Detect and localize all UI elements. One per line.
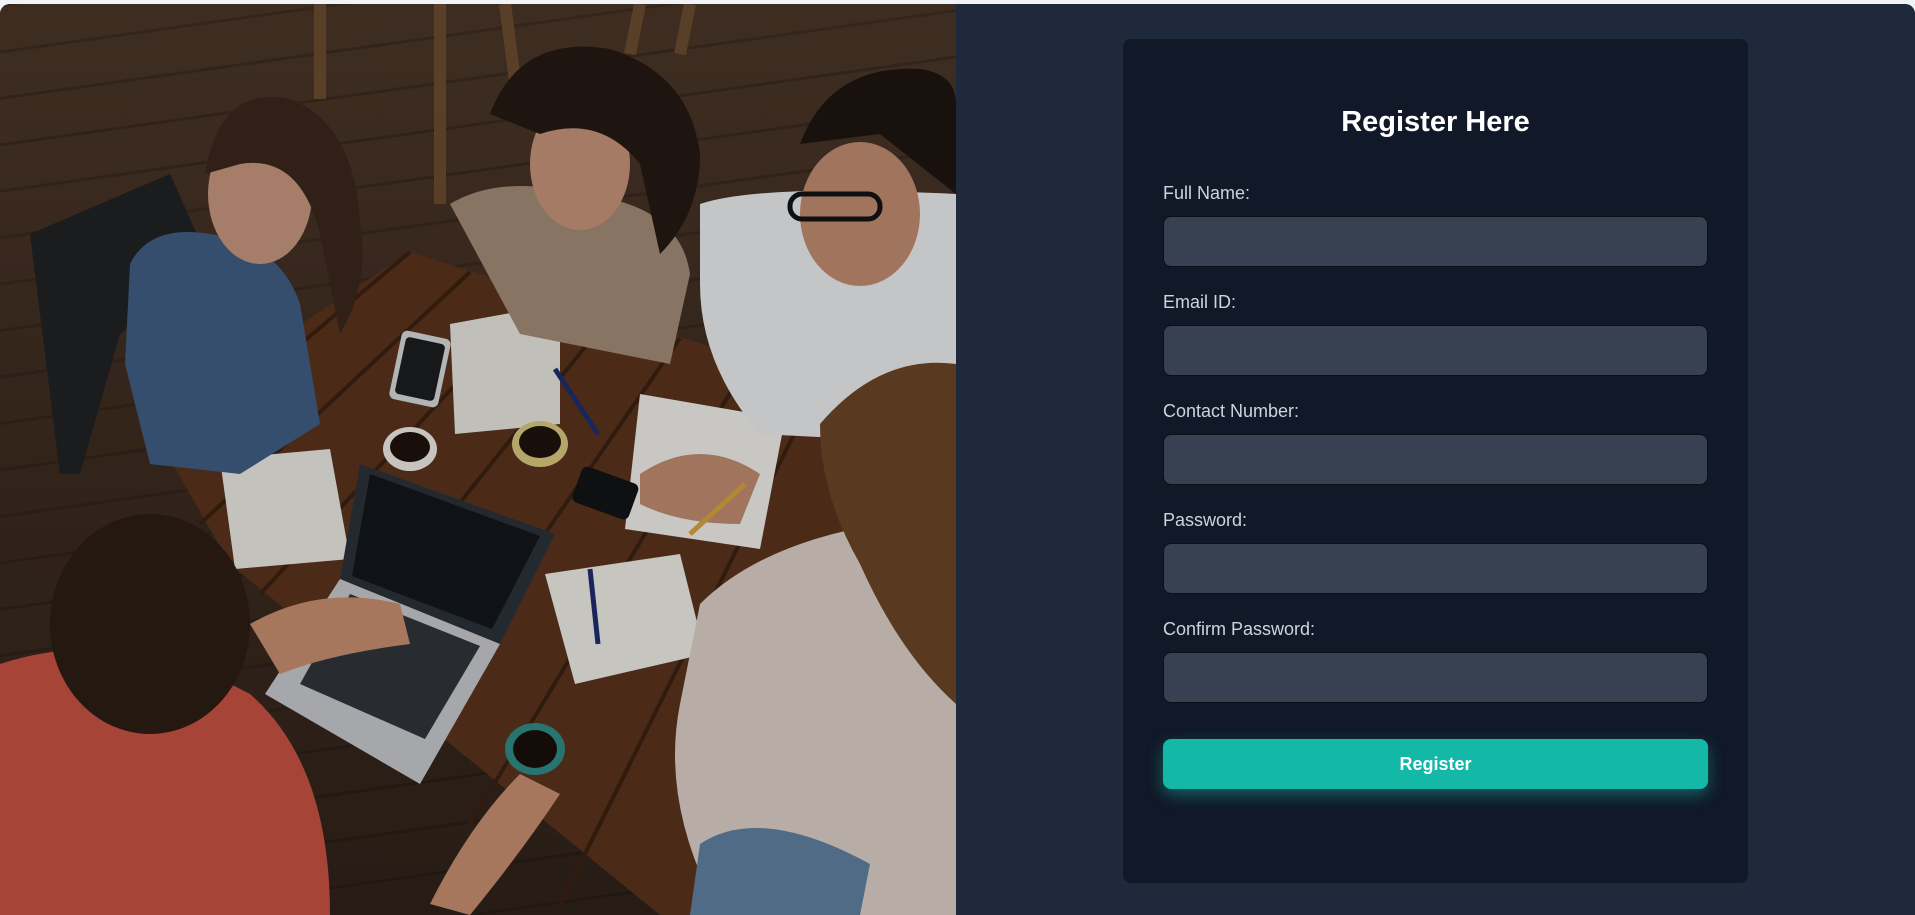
password-input[interactable] — [1163, 543, 1708, 594]
confirm-password-input[interactable] — [1163, 652, 1708, 703]
contact-number-field: Contact Number: — [1163, 400, 1708, 485]
full-name-field: Full Name: — [1163, 182, 1708, 267]
password-label: Password: — [1163, 510, 1248, 530]
full-name-input[interactable] — [1163, 216, 1708, 267]
form-title: Register Here — [1341, 106, 1530, 138]
contact-number-label: Contact Number: — [1163, 401, 1300, 421]
page-frame: Register Here Full Name: Email ID: Conta… — [0, 4, 1915, 915]
hero-image — [0, 4, 956, 915]
email-input[interactable] — [1163, 325, 1708, 376]
email-field: Email ID: — [1163, 291, 1708, 376]
confirm-password-field: Confirm Password: — [1163, 618, 1708, 703]
students-photo-illustration — [0, 4, 956, 915]
register-button[interactable]: Register — [1163, 739, 1708, 789]
email-label: Email ID: — [1163, 292, 1237, 312]
full-name-label: Full Name: — [1163, 183, 1251, 203]
password-field: Password: — [1163, 509, 1708, 594]
form-panel: Register Here Full Name: Email ID: Conta… — [956, 4, 1915, 915]
confirm-password-label: Confirm Password: — [1163, 619, 1316, 639]
register-card: Register Here Full Name: Email ID: Conta… — [1123, 39, 1748, 883]
contact-number-input[interactable] — [1163, 434, 1708, 485]
